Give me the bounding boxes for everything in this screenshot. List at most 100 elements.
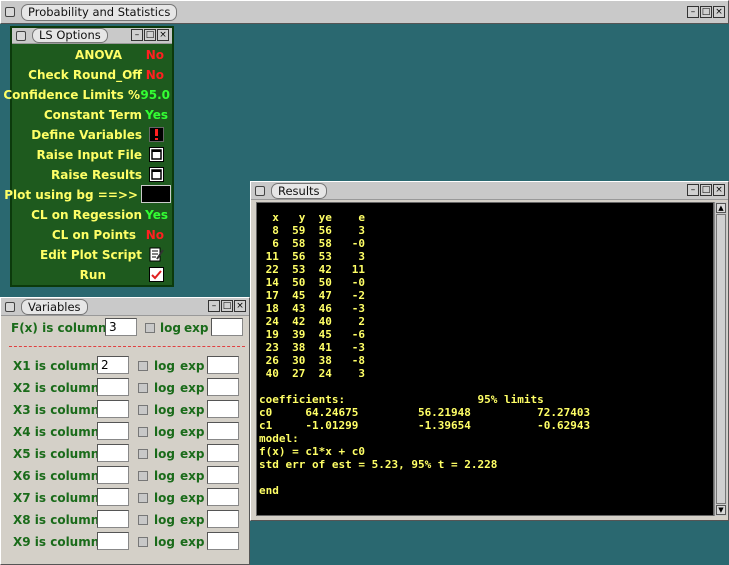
run-button[interactable]: Run — [12, 265, 172, 285]
variable-label: X2 is column — [13, 381, 100, 395]
option-value[interactable]: Yes — [145, 108, 168, 122]
exp-input[interactable] — [207, 488, 239, 506]
fx-column-input[interactable]: 3 — [105, 318, 137, 336]
exp-input[interactable] — [207, 532, 239, 550]
results-titlebar[interactable]: Results – □ × — [251, 182, 728, 200]
results-scrollbar[interactable]: ▲ ▼ — [714, 202, 727, 516]
close-icon[interactable]: × — [234, 300, 246, 312]
option-plot-using-bg[interactable]: Plot using bg ==>> — [4, 185, 172, 205]
fx-label: F(x) is column — [11, 321, 107, 335]
variable-row: X2 is column log exp — [1, 378, 247, 398]
option-confidence-limits[interactable]: Confidence Limits % 95.0 — [3, 85, 172, 105]
option-value[interactable]: 95.0 — [140, 88, 170, 102]
close-icon[interactable]: × — [713, 6, 725, 18]
main-titlebar[interactable]: Probability and Statistics – □ × — [1, 1, 728, 23]
option-label: Edit Plot Script — [40, 248, 142, 262]
minimize-icon[interactable]: – — [687, 184, 699, 196]
system-menu-icon[interactable] — [5, 302, 15, 312]
exclamation-icon[interactable] — [149, 127, 164, 142]
system-menu-icon[interactable] — [5, 7, 15, 17]
log-checkbox[interactable] — [138, 515, 148, 525]
option-edit-plot-script[interactable]: Edit Plot Script — [12, 245, 172, 265]
ls-options-window: LS Options – □ × ANOVA No Check Round_Of… — [3, 26, 174, 287]
edit-icon[interactable] — [149, 247, 164, 262]
exp-label: exp — [180, 513, 205, 527]
scroll-down-icon[interactable]: ▼ — [716, 505, 726, 515]
variable-column-input[interactable] — [97, 378, 129, 396]
minimize-icon[interactable]: – — [208, 300, 220, 312]
exp-input[interactable] — [207, 422, 239, 440]
results-window: Results – □ × x y ye e 8 59 56 3 6 58 58… — [250, 181, 729, 521]
log-label: log — [154, 403, 175, 417]
variable-column-input[interactable] — [97, 466, 129, 484]
minimize-icon[interactable]: – — [687, 6, 699, 18]
maximize-icon[interactable]: □ — [144, 29, 156, 41]
option-anova[interactable]: ANOVA No — [12, 45, 172, 65]
ls-options-titlebar[interactable]: LS Options – □ × — [12, 28, 172, 44]
exp-label: exp — [180, 425, 205, 439]
log-checkbox[interactable] — [138, 471, 148, 481]
close-icon[interactable]: × — [713, 184, 725, 196]
fx-row: F(x) is column 3 log exp — [1, 318, 247, 338]
variable-column-input[interactable] — [97, 400, 129, 418]
variable-label: X8 is column — [13, 513, 100, 527]
variable-column-input[interactable] — [97, 444, 129, 462]
option-check-round-off[interactable]: Check Round_Off No — [12, 65, 172, 85]
variable-label: X5 is column — [13, 447, 100, 461]
option-value[interactable]: No — [146, 68, 164, 82]
minimize-icon[interactable]: – — [131, 29, 143, 41]
fx-exp-input[interactable] — [211, 318, 243, 336]
option-raise-results[interactable]: Raise Results — [12, 165, 172, 185]
exp-input[interactable] — [207, 466, 239, 484]
option-raise-input-file[interactable]: Raise Input File — [12, 145, 172, 165]
option-define-variables[interactable]: Define Variables — [12, 125, 172, 145]
system-menu-icon[interactable] — [16, 31, 26, 41]
main-window-title: Probability and Statistics — [21, 4, 178, 21]
system-menu-icon[interactable] — [255, 186, 265, 196]
window-icon[interactable] — [149, 167, 164, 182]
color-swatch[interactable] — [141, 185, 171, 203]
option-label: CL on Points — [51, 228, 136, 242]
scrollbar-thumb[interactable] — [716, 214, 726, 504]
maximize-icon[interactable]: □ — [700, 184, 712, 196]
option-value[interactable]: No — [146, 48, 164, 62]
exp-input[interactable] — [207, 444, 239, 462]
variable-row: X1 is column 2 log exp — [1, 356, 247, 376]
window-icon[interactable] — [149, 147, 164, 162]
variables-titlebar[interactable]: Variables – □ × — [1, 298, 249, 316]
log-checkbox[interactable] — [138, 383, 148, 393]
variable-column-input[interactable]: 2 — [97, 356, 129, 374]
exp-input[interactable] — [207, 510, 239, 528]
option-cl-on-regression[interactable]: CL on Regession Yes — [12, 205, 172, 225]
option-value[interactable]: No — [146, 228, 164, 242]
log-checkbox[interactable] — [138, 405, 148, 415]
log-checkbox[interactable] — [138, 427, 148, 437]
option-label: ANOVA — [75, 48, 122, 62]
close-icon[interactable]: × — [157, 29, 169, 41]
log-checkbox[interactable] — [138, 449, 148, 459]
variable-column-input[interactable] — [97, 532, 129, 550]
checkmark-icon[interactable] — [149, 267, 164, 282]
exp-input[interactable] — [207, 400, 239, 418]
exp-label: exp — [184, 321, 209, 335]
log-checkbox[interactable] — [138, 493, 148, 503]
maximize-icon[interactable]: □ — [700, 6, 712, 18]
option-value[interactable]: Yes — [145, 208, 168, 222]
fx-log-checkbox[interactable] — [145, 323, 155, 333]
results-output[interactable]: x y ye e 8 59 56 3 6 58 58 -0 11 56 53 3… — [256, 202, 714, 516]
log-checkbox[interactable] — [138, 361, 148, 371]
log-checkbox[interactable] — [138, 537, 148, 547]
option-label: Confidence Limits % — [3, 88, 140, 102]
scroll-up-icon[interactable]: ▲ — [716, 203, 726, 213]
exp-input[interactable] — [207, 356, 239, 374]
exp-input[interactable] — [207, 378, 239, 396]
exp-label: exp — [180, 535, 205, 549]
option-cl-on-points[interactable]: CL on Points No — [12, 225, 172, 245]
variable-column-input[interactable] — [97, 422, 129, 440]
maximize-icon[interactable]: □ — [221, 300, 233, 312]
variable-row: X9 is column log exp — [1, 532, 247, 552]
option-label: Raise Input File — [36, 148, 142, 162]
variable-column-input[interactable] — [97, 510, 129, 528]
variable-column-input[interactable] — [97, 488, 129, 506]
option-constant-term[interactable]: Constant Term Yes — [12, 105, 172, 125]
